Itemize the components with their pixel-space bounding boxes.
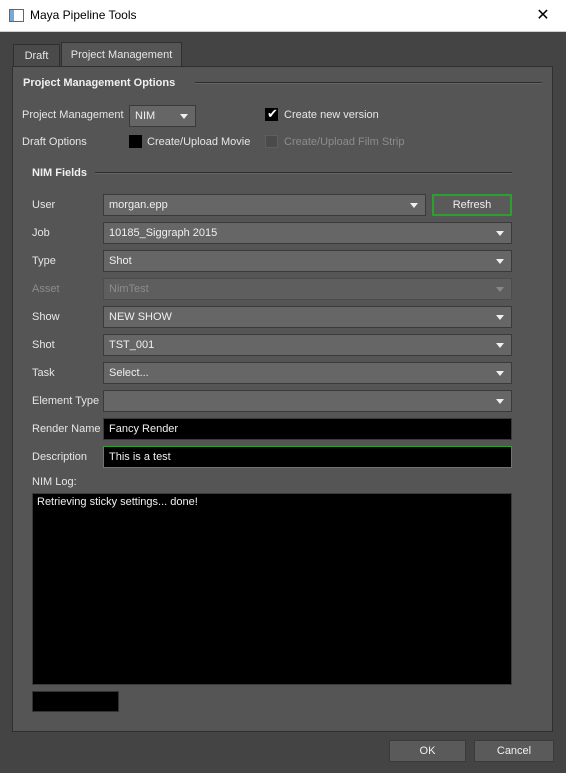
show-dropdown-value: NEW SHOW <box>109 311 172 323</box>
description-input[interactable]: This is a test <box>103 446 512 468</box>
create-version-label: Create new version <box>284 109 379 121</box>
section-divider <box>195 82 542 84</box>
user-dropdown-value: morgan.epp <box>109 199 168 211</box>
shot-dropdown-value: TST_001 <box>109 339 155 351</box>
task-dropdown[interactable]: Select... <box>103 362 512 384</box>
pm-dropdown-value: NIM <box>135 110 156 122</box>
pm-dropdown[interactable]: NIM <box>129 105 196 127</box>
chevron-down-icon <box>496 371 504 376</box>
film-strip-checkbox <box>265 135 278 148</box>
upload-movie-label: Create/Upload Movie <box>147 136 251 148</box>
draft-options-label: Draft Options <box>22 136 87 148</box>
film-strip-label: Create/Upload Film Strip <box>284 136 405 148</box>
pm-label: Project Management <box>22 109 124 121</box>
type-dropdown-value: Shot <box>109 255 132 267</box>
task-label: Task <box>32 367 55 379</box>
element-type-dropdown[interactable] <box>103 390 512 412</box>
render-name-input[interactable]: Fancy Render <box>103 418 512 440</box>
section-divider <box>95 172 512 174</box>
checkmark-icon: ✔ <box>267 106 278 121</box>
nim-log-output[interactable]: Retrieving sticky settings... done! <box>32 493 512 685</box>
status-bar <box>32 691 119 712</box>
chevron-down-icon <box>496 259 504 264</box>
type-label: Type <box>32 255 56 267</box>
chevron-down-icon <box>496 287 504 292</box>
nim-fields-section-title: NIM Fields <box>32 167 88 179</box>
shot-dropdown[interactable]: TST_001 <box>103 334 512 356</box>
user-label: User <box>32 199 56 211</box>
tab-draft[interactable]: Draft <box>13 44 60 66</box>
create-version-checkbox[interactable]: ✔ <box>265 106 278 121</box>
window-title: Maya Pipeline Tools <box>30 8 137 22</box>
title-bar: Maya Pipeline Tools ✕ <box>0 0 566 32</box>
nim-log-label: NIM Log: <box>32 476 77 488</box>
show-label: Show <box>32 311 60 323</box>
chevron-down-icon <box>496 315 504 320</box>
ok-button[interactable]: OK <box>389 740 466 762</box>
tab-project-management[interactable]: Project Management <box>61 42 182 67</box>
upload-movie-checkbox[interactable] <box>129 135 142 148</box>
refresh-button[interactable]: Refresh <box>432 194 512 216</box>
chevron-down-icon <box>180 114 188 119</box>
options-section-title: Project Management Options <box>23 77 176 89</box>
chevron-down-icon <box>410 203 418 208</box>
asset-label: Asset <box>32 283 60 295</box>
chevron-down-icon <box>496 231 504 236</box>
app-window-icon <box>9 9 24 22</box>
chevron-down-icon <box>496 399 504 404</box>
user-dropdown[interactable]: morgan.epp <box>103 194 426 216</box>
cancel-button[interactable]: Cancel <box>474 740 554 762</box>
render-name-label: Render Name <box>32 423 101 435</box>
close-icon[interactable]: ✕ <box>520 0 566 31</box>
description-label: Description <box>32 451 88 463</box>
shot-label: Shot <box>32 339 55 351</box>
type-dropdown[interactable]: Shot <box>103 250 512 272</box>
asset-dropdown-value: NimTest <box>109 283 149 295</box>
show-dropdown[interactable]: NEW SHOW <box>103 306 512 328</box>
job-label: Job <box>32 227 50 239</box>
element-type-label: Element Type <box>32 395 100 407</box>
task-dropdown-value: Select... <box>109 367 149 379</box>
asset-dropdown: NimTest <box>103 278 512 300</box>
job-dropdown[interactable]: 10185_Siggraph 2015 <box>103 222 512 244</box>
job-dropdown-value: 10185_Siggraph 2015 <box>109 227 218 239</box>
chevron-down-icon <box>496 343 504 348</box>
